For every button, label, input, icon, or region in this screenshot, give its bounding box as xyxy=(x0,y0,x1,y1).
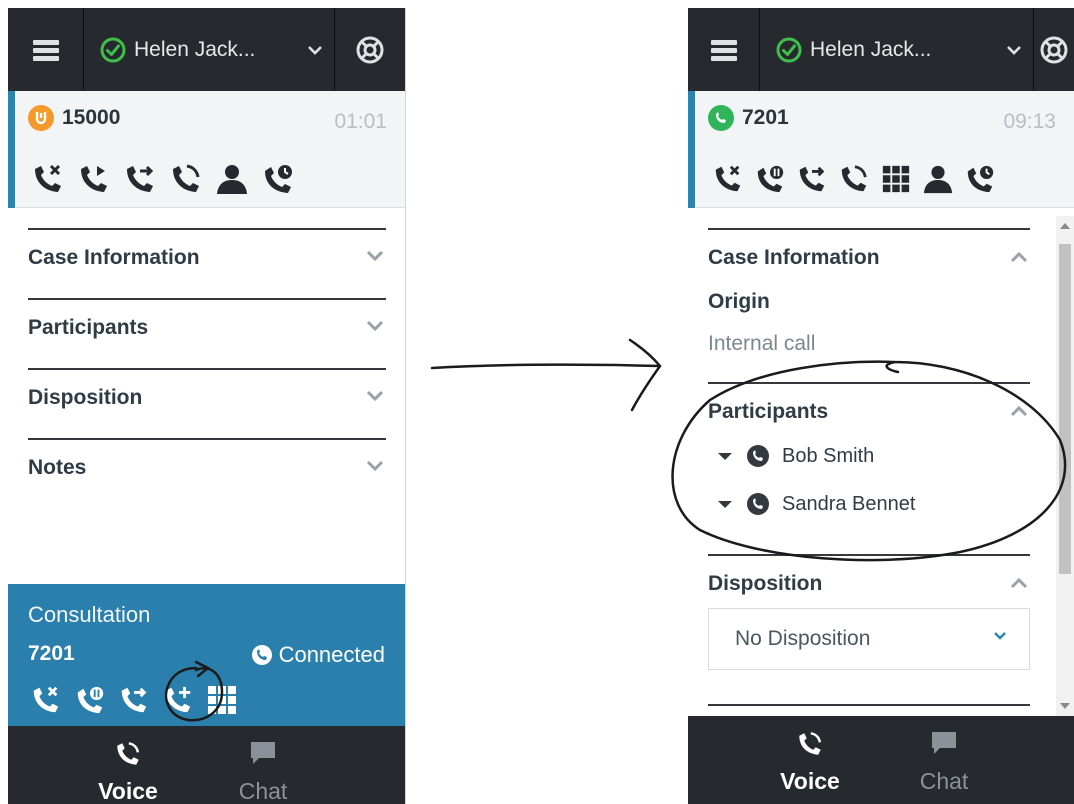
section-title: Notes xyxy=(28,456,87,479)
call-identifier: 15000 xyxy=(28,105,120,131)
right-agent-panel: Helen Jack... 7201 09:13 Case Informatio… xyxy=(688,8,1074,804)
conference-call-icon xyxy=(173,164,200,192)
chevron-down-icon xyxy=(366,320,384,332)
consultation-actions-toolbar xyxy=(26,680,242,720)
chevron-up-icon[interactable] xyxy=(1010,577,1028,589)
section-title: Case Information xyxy=(28,246,200,269)
agent-name: Helen Jack... xyxy=(134,37,256,61)
chat-icon xyxy=(932,732,956,754)
chevron-down-icon xyxy=(366,460,384,472)
left-agent-panel: Helen Jack... 15000 01:01 Case Informati… xyxy=(8,8,406,804)
conference-consult-icon xyxy=(165,686,191,713)
section-divider xyxy=(708,554,1030,556)
help-icon xyxy=(356,36,384,63)
call-timer: 01:01 xyxy=(334,110,387,133)
end-consult-icon xyxy=(33,686,59,713)
scroll-up-icon xyxy=(1060,223,1070,229)
active-call-accent xyxy=(8,91,15,208)
transfer-consult-icon xyxy=(121,687,147,713)
keypad-icon xyxy=(208,686,236,714)
conference-call-button[interactable] xyxy=(166,159,206,199)
consultation-number: 7201 xyxy=(28,642,75,665)
chevron-down-icon xyxy=(994,632,1006,640)
tab-voice[interactable]: Voice xyxy=(68,726,188,804)
tab-voice[interactable]: Voice xyxy=(750,716,870,804)
transition-arrow-icon xyxy=(430,338,662,412)
conference-consult-button[interactable] xyxy=(158,680,198,720)
case-information-section[interactable]: Case Information xyxy=(28,228,386,298)
consultation-status-text: Connected xyxy=(278,642,385,667)
connected-status-icon xyxy=(251,645,272,665)
end-call-button[interactable] xyxy=(28,159,68,199)
interaction-sections: Case Information Participants Dispositio… xyxy=(28,228,386,508)
disposition-value: No Disposition xyxy=(735,627,871,650)
consultation-status: Connected xyxy=(251,642,385,668)
end-call-icon xyxy=(35,164,61,192)
disposition-title[interactable]: Disposition xyxy=(708,572,822,596)
schedule-callback-button[interactable] xyxy=(258,159,298,199)
scrollbar-thumb[interactable] xyxy=(1059,244,1071,574)
transfer-consult-button[interactable] xyxy=(114,680,154,720)
tab-voice-label: Voice xyxy=(780,768,840,794)
voice-icon xyxy=(799,732,822,755)
tab-chat[interactable]: Chat xyxy=(203,726,323,804)
transfer-call-icon xyxy=(127,165,154,192)
consult-button[interactable] xyxy=(212,159,252,199)
channel-tabs: Voice Chat xyxy=(8,726,405,804)
tab-chat[interactable]: Chat xyxy=(884,716,1004,804)
call-actions-toolbar xyxy=(28,159,298,199)
resume-call-button[interactable] xyxy=(74,159,114,199)
end-consult-button[interactable] xyxy=(26,680,66,720)
hold-consult-button[interactable] xyxy=(70,680,110,720)
help-button[interactable] xyxy=(335,8,405,91)
tab-chat-label: Chat xyxy=(919,768,969,794)
section-title: Disposition xyxy=(28,386,143,409)
call-number: 15000 xyxy=(62,106,121,129)
active-call-header: 15000 01:01 xyxy=(8,91,405,208)
disposition-section: Disposition No Disposition xyxy=(688,8,1048,718)
consultation-title: Consultation xyxy=(28,602,151,627)
keypad-button[interactable] xyxy=(202,680,242,720)
channel-tabs: Voice Chat xyxy=(688,716,1074,804)
resume-call-icon xyxy=(81,166,107,192)
consultation-bar: Consultation 7201 Connected xyxy=(8,584,405,726)
ready-status-icon xyxy=(100,37,126,62)
consult-icon xyxy=(217,165,247,194)
call-on-hold-icon xyxy=(28,105,54,131)
scroll-down-icon xyxy=(1060,703,1070,709)
section-title: Participants xyxy=(28,316,149,339)
top-bar: Helen Jack... xyxy=(8,8,405,91)
chevron-down-icon xyxy=(366,250,384,262)
hold-consult-icon xyxy=(77,686,104,714)
chevron-down-icon xyxy=(366,390,384,402)
participants-section[interactable]: Participants xyxy=(28,298,386,368)
transfer-call-button[interactable] xyxy=(120,159,160,199)
schedule-callback-icon xyxy=(265,165,292,193)
section-divider xyxy=(708,704,1030,706)
tab-voice-label: Voice xyxy=(98,778,158,804)
chevron-down-icon xyxy=(308,45,322,55)
details-scrollbar[interactable] xyxy=(1056,216,1074,716)
notes-section[interactable]: Notes xyxy=(28,438,386,508)
chat-icon xyxy=(251,742,275,764)
tab-chat-label: Chat xyxy=(238,778,288,804)
hamburger-menu-icon xyxy=(32,39,59,61)
voice-icon xyxy=(117,742,140,765)
main-menu-button[interactable] xyxy=(8,8,84,91)
agent-status-dropdown[interactable]: Helen Jack... xyxy=(84,8,335,91)
disposition-select[interactable]: No Disposition xyxy=(708,608,1030,670)
disposition-section[interactable]: Disposition xyxy=(28,368,386,438)
